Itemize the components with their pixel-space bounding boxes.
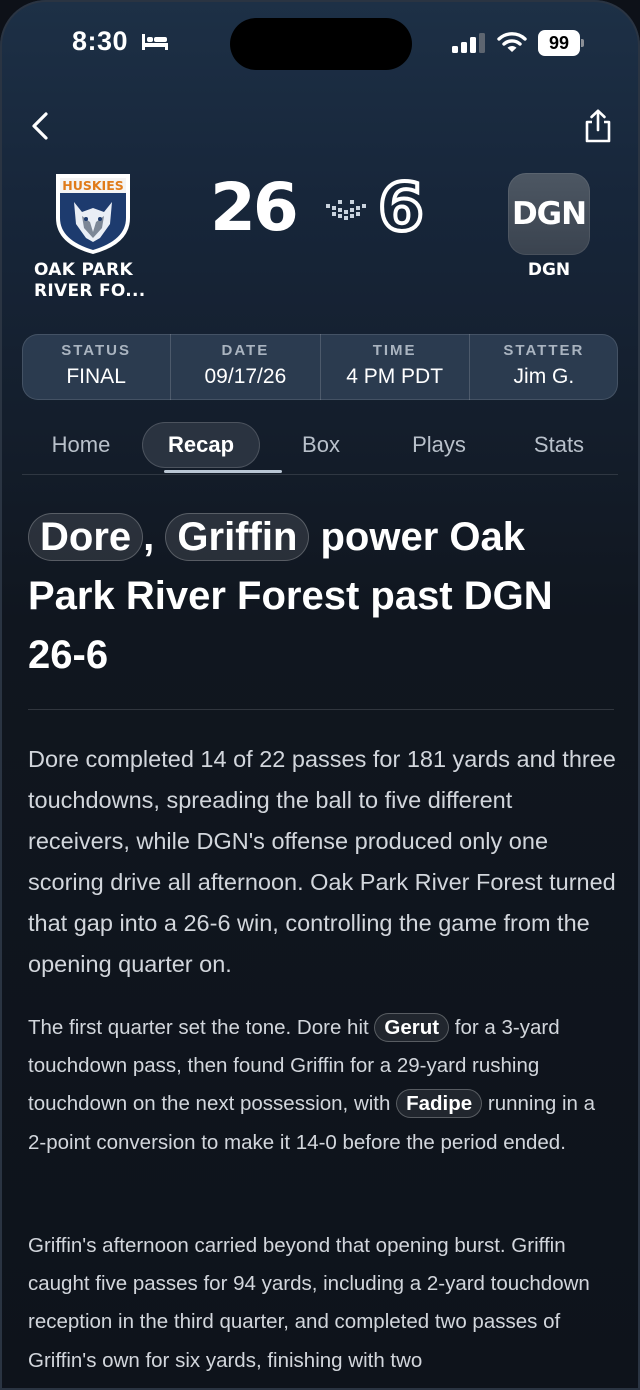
dgn-logo: DGN bbox=[508, 173, 590, 255]
tab-recap[interactable]: Recap bbox=[142, 422, 260, 468]
sleep-bed-icon bbox=[142, 34, 168, 50]
info-time: TIME 4 PM PDT bbox=[319, 334, 469, 400]
headline-comma: , bbox=[143, 515, 155, 559]
battery-indicator: 99 bbox=[538, 30, 584, 56]
huskies-logo-text: HUSKIES bbox=[62, 178, 124, 193]
status-time: 8:30 bbox=[72, 26, 129, 56]
away-team-score: 6 bbox=[376, 167, 426, 248]
winner-arrow-icon bbox=[326, 200, 366, 220]
info-value: 09/17/26 bbox=[204, 365, 287, 388]
info-label: STATTER bbox=[503, 342, 585, 359]
tab-plays[interactable]: Plays bbox=[380, 422, 498, 468]
home-team-name: OAK PARK RIVER FO... bbox=[34, 260, 146, 301]
info-value: 4 PM PDT bbox=[346, 365, 444, 388]
wifi-icon bbox=[497, 32, 527, 52]
article-paragraph: Griffin's afternoon carried beyond that … bbox=[28, 1234, 590, 1372]
headline-text: Park River Forest past DGN bbox=[28, 574, 553, 618]
info-label: DATE bbox=[221, 342, 270, 359]
tab-stats[interactable]: Stats bbox=[500, 422, 618, 468]
cellular-signal-icon bbox=[452, 33, 485, 53]
tab-box[interactable]: Box bbox=[262, 422, 380, 468]
headline-text: power Oak bbox=[320, 515, 526, 559]
article-paragraph: Dore completed 14 of 22 passes for 181 y… bbox=[28, 746, 616, 977]
phone-screen: 8:30 99 HUSKIES OAK PARK RIVER FO... 26 … bbox=[0, 0, 640, 1390]
info-value: Jim G. bbox=[513, 365, 575, 388]
battery-level: 99 bbox=[548, 33, 570, 53]
player-chip-griffin[interactable]: Griffin bbox=[165, 513, 310, 561]
dgn-logo-text: DGN bbox=[511, 196, 587, 232]
info-value: FINAL bbox=[66, 365, 126, 388]
article-paragraph: The first quarter set the tone. Dore hit… bbox=[28, 1009, 618, 1162]
headline-divider bbox=[28, 709, 614, 710]
paragraph-text: The first quarter set the tone. Dore hit bbox=[28, 1016, 369, 1039]
status-bar: 8:30 99 bbox=[0, 0, 640, 86]
player-chip-dore[interactable]: Dore bbox=[28, 513, 144, 561]
player-chip-gerut[interactable]: Gerut bbox=[374, 1013, 450, 1042]
info-label: STATUS bbox=[61, 342, 132, 359]
info-status: STATUS FINAL bbox=[22, 334, 170, 400]
tab-home[interactable]: Home bbox=[22, 422, 140, 468]
huskies-logo: HUSKIES bbox=[56, 174, 130, 254]
share-button[interactable] bbox=[582, 108, 614, 144]
away-team-name: DGN bbox=[527, 260, 571, 280]
info-statter: STATTER Jim G. bbox=[468, 334, 618, 400]
back-button[interactable] bbox=[26, 108, 56, 144]
home-team-score: 26 bbox=[210, 169, 299, 246]
dynamic-island bbox=[230, 18, 412, 70]
headline-text: 26-6 bbox=[28, 633, 109, 677]
article-headline: Dore, Griffin power Oak Park River Fores… bbox=[28, 508, 618, 685]
info-date: DATE 09/17/26 bbox=[170, 334, 319, 400]
tab-bar: Home Recap Box Plays Stats bbox=[22, 420, 618, 475]
game-info-strip: STATUS FINAL DATE 09/17/26 TIME 4 PM PDT… bbox=[22, 334, 618, 400]
player-chip-fadipe[interactable]: Fadipe bbox=[396, 1089, 483, 1119]
active-tab-indicator bbox=[164, 470, 282, 473]
info-label: TIME bbox=[372, 342, 417, 359]
